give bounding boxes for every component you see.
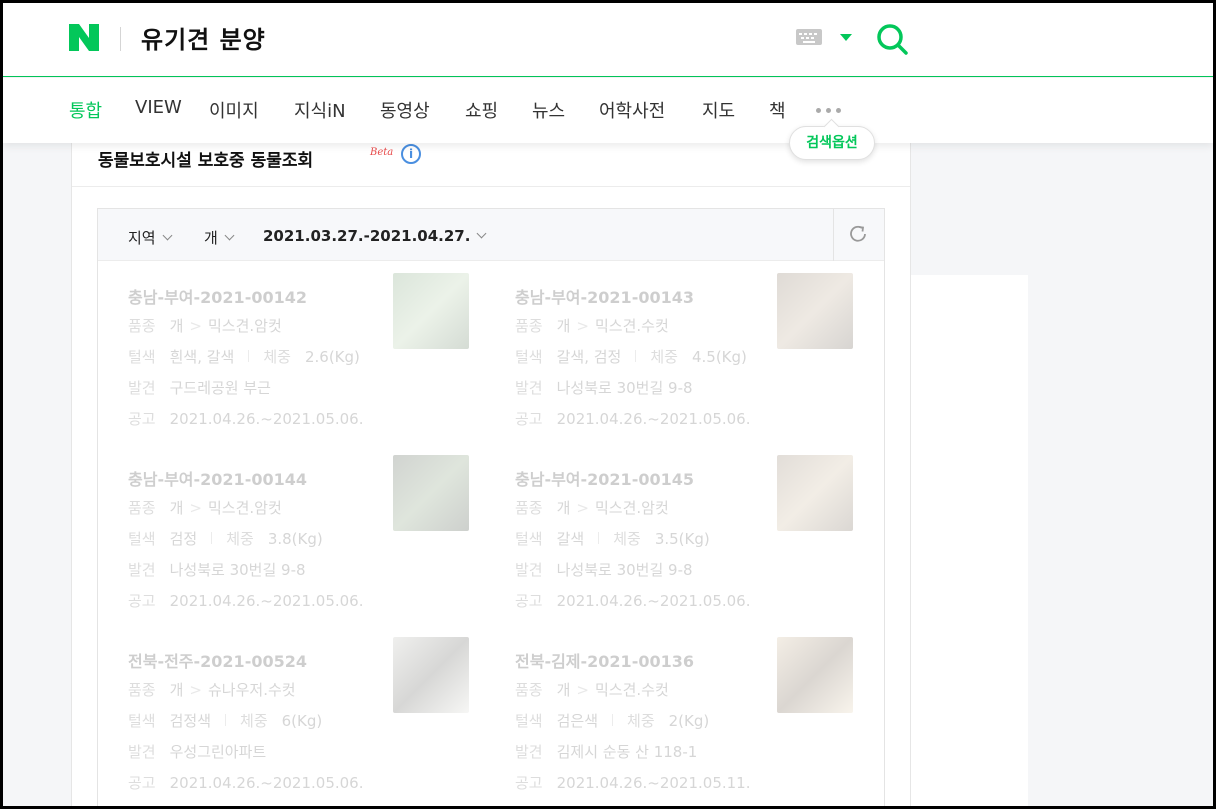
info-icon[interactable]: i xyxy=(401,144,421,164)
search-query-input[interactable]: 유기견 분양 xyxy=(141,20,266,55)
search-tabs: 통합 VIEW 이미지 지식iN 동영상 쇼핑 뉴스 어학사전 지도 책 검색옵… xyxy=(3,78,1213,160)
tab-integrated[interactable]: 통합 xyxy=(69,97,102,123)
animal-id[interactable]: 전북-김제-2021-00136 xyxy=(515,648,694,672)
chevron-down-icon xyxy=(162,230,173,241)
list-item[interactable]: 충남-부여-2021-00143 품종 개 > 믹스견.수컷 털색 갈색, 검정 체중 4.… xyxy=(515,273,875,444)
date-range-label: 2021.03.27.-2021.04.27. xyxy=(263,227,471,245)
found-row: 발견 나성북로 30번길 9-8 xyxy=(515,561,693,579)
found-row: 발견 김제시 순동 산 118-1 xyxy=(515,743,698,761)
notice-row: 공고 2021.04.26.~2021.05.06. xyxy=(128,592,364,610)
animal-photo[interactable] xyxy=(393,273,469,349)
color-row: 털색 갈색, 검정 체중 4.5(Kg) xyxy=(515,348,747,366)
list-item[interactable]: 전북-김제-2021-00136 품종 개 > 믹스견.수컷 털색 검은색 체중 2(Kg)… xyxy=(515,637,875,806)
tab-books[interactable]: 책 xyxy=(769,97,786,123)
region-filter[interactable]: 지역 xyxy=(128,227,173,248)
loading-overlay xyxy=(911,275,1028,806)
notice-row: 공고 2021.04.26.~2021.05.06. xyxy=(515,410,751,428)
species-filter-label: 개 xyxy=(204,229,218,247)
breed-row: 품종 개 > 믹스견.수컷 xyxy=(515,681,669,699)
animal-id[interactable]: 전북-전주-2021-00524 xyxy=(128,648,307,672)
tab-news[interactable]: 뉴스 xyxy=(532,97,565,123)
tab-dictionary[interactable]: 어학사전 xyxy=(599,97,665,123)
tab-knowledge[interactable]: 지식iN xyxy=(294,97,346,123)
tab-video[interactable]: 동영상 xyxy=(380,97,430,123)
chevron-down-icon xyxy=(224,230,235,241)
animal-photo[interactable] xyxy=(777,637,853,713)
refresh-icon[interactable] xyxy=(846,222,870,246)
chevron-down-icon xyxy=(476,228,487,239)
animal-id[interactable]: 충남-부여-2021-00143 xyxy=(515,284,694,308)
search-icon[interactable] xyxy=(875,22,909,56)
list-item[interactable]: 충남-부여-2021-00145 품종 개 > 믹스견.암컷 털색 갈색 체중 3.5(Kg… xyxy=(515,455,875,626)
naver-logo-icon[interactable] xyxy=(69,24,99,51)
found-row: 발견 나성북로 30번길 9-8 xyxy=(128,561,306,579)
color-row: 털색 검은색 체중 2(Kg) xyxy=(515,712,710,730)
animal-list-panel: 지역 개 2021.03.27.-2021.04.27. 충남-부여-2021-… xyxy=(97,208,885,806)
color-row: 털색 갈색 체중 3.5(Kg) xyxy=(515,530,710,548)
tab-shopping[interactable]: 쇼핑 xyxy=(465,97,498,123)
shelter-animal-card: 동물보호시설 보호중 동물조회 Beta i 지역 개 2021.03.27.-… xyxy=(71,135,911,806)
list-item[interactable]: 충남-부여-2021-00142 품종 개 > 믹스견.암컷 털색 흰색, 갈색 체중 2.… xyxy=(128,273,488,444)
color-row: 털색 검정색 체중 6(Kg) xyxy=(128,712,323,730)
keyboard-icon[interactable] xyxy=(796,29,822,45)
color-row: 털색 흰색, 갈색 체중 2.6(Kg) xyxy=(128,348,360,366)
search-options-button[interactable]: 검색옵션 xyxy=(789,126,875,160)
animal-photo[interactable] xyxy=(393,637,469,713)
more-tabs-icon[interactable] xyxy=(816,108,841,113)
species-filter[interactable]: 개 xyxy=(204,227,235,248)
list-item[interactable]: 충남-부여-2021-00144 품종 개 > 믹스견.암컷 털색 검정 체중 3.8(Kg… xyxy=(128,455,488,626)
breed-row: 품종 개 > 믹스견.수컷 xyxy=(515,317,669,335)
list-item[interactable]: 전북-전주-2021-00524 품종 개 > 슈나우저.수컷 털색 검정색 체중 6(Kg… xyxy=(128,637,488,806)
animal-id[interactable]: 충남-부여-2021-00145 xyxy=(515,466,694,490)
breed-row: 품종 개 > 믹스견.암컷 xyxy=(128,499,282,517)
beta-badge: Beta xyxy=(370,147,394,158)
search-header: 유기견 분양 xyxy=(3,3,1213,77)
animal-id[interactable]: 충남-부여-2021-00142 xyxy=(128,284,307,308)
tab-map[interactable]: 지도 xyxy=(702,97,735,123)
breed-row: 품종 개 > 믹스견.암컷 xyxy=(515,499,669,517)
autocomplete-toggle-icon[interactable] xyxy=(840,34,852,41)
refresh-divider xyxy=(833,209,834,261)
found-row: 발견 나성북로 30번길 9-8 xyxy=(515,379,693,397)
breed-row: 품종 개 > 믹스견.암컷 xyxy=(128,317,282,335)
filter-bar: 지역 개 2021.03.27.-2021.04.27. xyxy=(98,209,884,261)
color-row: 털색 검정 체중 3.8(Kg) xyxy=(128,530,323,548)
browser-frame: 유기견 분양 통합 VIEW 이미지 지식iN 동영상 쇼핑 뉴스 어학사전 지… xyxy=(3,3,1213,806)
notice-row: 공고 2021.04.26.~2021.05.06. xyxy=(515,592,751,610)
card-divider xyxy=(72,186,910,187)
animal-photo[interactable] xyxy=(777,455,853,531)
animal-photo[interactable] xyxy=(393,455,469,531)
notice-row: 공고 2021.04.26.~2021.05.06. xyxy=(128,774,364,792)
card-title: 동물보호시설 보호중 동물조회 xyxy=(98,151,314,171)
animal-photo[interactable] xyxy=(777,273,853,349)
breed-row: 품종 개 > 슈나우저.수컷 xyxy=(128,681,296,699)
header-divider xyxy=(120,27,121,51)
tab-view[interactable]: VIEW xyxy=(135,97,182,118)
notice-row: 공고 2021.04.26.~2021.05.06. xyxy=(128,410,364,428)
tab-images[interactable]: 이미지 xyxy=(209,97,259,123)
found-row: 발견 우성그린아파트 xyxy=(128,743,267,761)
region-filter-label: 지역 xyxy=(128,229,156,247)
found-row: 발견 구드레공원 부근 xyxy=(128,379,271,397)
animal-id[interactable]: 충남-부여-2021-00144 xyxy=(128,466,307,490)
date-range-filter[interactable]: 2021.03.27.-2021.04.27. xyxy=(263,227,487,245)
notice-row: 공고 2021.04.26.~2021.05.11. xyxy=(515,774,751,792)
